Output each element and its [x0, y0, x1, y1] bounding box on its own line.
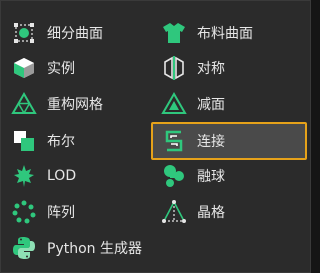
- menu-item-instance[interactable]: 实例: [11, 51, 141, 85]
- menu-item-label: 融球: [197, 169, 225, 185]
- menu-item-lattice[interactable]: 晶格: [161, 195, 301, 229]
- subdivision-surface-icon: [11, 20, 37, 46]
- menu-item-label: 对称: [197, 61, 225, 77]
- connect-icon: [161, 128, 187, 154]
- python-generator-icon: [11, 235, 37, 261]
- menu-item-label: 晶格: [197, 205, 225, 221]
- menu-item-label: 布尔: [47, 134, 75, 150]
- menu-item-label: LOD: [47, 168, 77, 184]
- array-icon: [11, 199, 37, 225]
- menu-item-lod[interactable]: LOD: [11, 159, 141, 193]
- menu-item-label: 减面: [197, 97, 225, 113]
- menu-item-boolean[interactable]: 布尔: [11, 124, 141, 158]
- menu-item-label: 重构网格: [47, 97, 103, 113]
- remesh-icon: [11, 91, 37, 117]
- menu-item-metaball[interactable]: 融球: [161, 159, 301, 193]
- menu-item-python-generator[interactable]: Python 生成器: [11, 231, 151, 265]
- lod-icon: [11, 163, 37, 189]
- boolean-icon: [11, 128, 37, 154]
- menu-item-label: 实例: [47, 61, 75, 77]
- menu-item-label: 阵列: [47, 205, 75, 221]
- polygon-reduction-icon: [161, 91, 187, 117]
- menu-item-connect[interactable]: 连接: [151, 122, 307, 160]
- menu-item-label: 细分曲面: [47, 26, 103, 42]
- menu-item-symmetry[interactable]: 对称: [161, 51, 301, 85]
- menu-item-array[interactable]: 阵列: [11, 195, 141, 229]
- cloth-surface-icon: [161, 20, 187, 46]
- menu-item-subdivision-surface[interactable]: 细分曲面: [11, 16, 141, 50]
- menu-item-label: 布料曲面: [197, 26, 253, 42]
- symmetry-icon: [161, 55, 187, 81]
- lattice-icon: [161, 199, 187, 225]
- instance-icon: [11, 55, 37, 81]
- generator-menu-panel: 细分曲面 实例 重构网格 布尔 LOD 阵列 Python 生成器 布料曲面 对…: [0, 0, 311, 273]
- menu-item-label: 连接: [197, 134, 225, 150]
- metaball-icon: [161, 163, 187, 189]
- menu-item-label: Python 生成器: [47, 241, 142, 257]
- menu-item-cloth-surface[interactable]: 布料曲面: [161, 16, 301, 50]
- menu-item-polygon-reduction[interactable]: 减面: [161, 87, 301, 121]
- menu-item-remesh[interactable]: 重构网格: [11, 87, 141, 121]
